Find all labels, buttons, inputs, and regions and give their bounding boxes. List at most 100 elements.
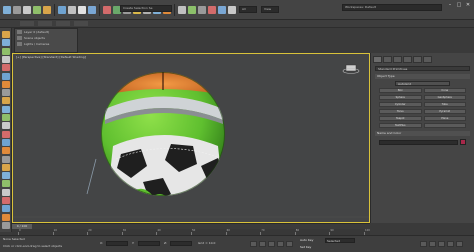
left-toolbar-icon[interactable]: [2, 122, 10, 130]
empty-button[interactable]: [423, 123, 466, 128]
ribbon-tab[interactable]: [38, 21, 52, 26]
y-coord-field[interactable]: [138, 241, 160, 246]
goto-end-button[interactable]: [286, 241, 293, 247]
left-toolbar-icon[interactable]: [2, 114, 10, 121]
object-type-rollout-header[interactable]: Object Type: [375, 74, 470, 79]
left-toolbar-icon[interactable]: [2, 213, 10, 221]
left-toolbar-icon[interactable]: [2, 197, 10, 204]
unlink-icon[interactable]: [33, 5, 41, 14]
select-icon[interactable]: [58, 5, 66, 14]
sphere-button[interactable]: Sphere: [379, 95, 422, 100]
tab-modify[interactable]: [383, 56, 392, 63]
tube-button[interactable]: Tube: [423, 102, 466, 107]
scene-explorer-panel: Layer 0 (default) Scene objects Lights /…: [14, 28, 78, 53]
window-crossing-icon[interactable]: [88, 5, 96, 14]
mirror-icon[interactable]: [178, 5, 186, 14]
x-coord-field[interactable]: [106, 241, 128, 246]
tab-motion[interactable]: [403, 56, 412, 63]
link-icon[interactable]: [23, 5, 31, 14]
left-toolbar-icon[interactable]: [2, 205, 10, 213]
left-toolbar-icon[interactable]: [2, 80, 10, 88]
maximize-button[interactable]: □: [455, 2, 463, 9]
teapot-button[interactable]: Teapot: [379, 116, 422, 121]
tab-hierarchy[interactable]: [393, 56, 402, 63]
left-toolbar-icon[interactable]: [2, 155, 10, 163]
left-toolbar-icon[interactable]: [2, 172, 10, 180]
left-toolbar-icon[interactable]: [2, 97, 10, 105]
selected-dropdown-label[interactable]: Selected: [327, 239, 340, 243]
cylinder-button[interactable]: Cylinder: [379, 102, 422, 107]
left-toolbar-icon[interactable]: [2, 31, 10, 38]
textplus-button[interactable]: TextPlus: [379, 123, 422, 128]
maximize-viewport-button[interactable]: [456, 241, 463, 247]
left-toolbar-icon[interactable]: [2, 221, 10, 229]
auto-key-button[interactable]: Auto Key: [300, 238, 313, 242]
name-color-rollout-header[interactable]: Name and Color: [375, 131, 470, 136]
selection-filter-dropdown[interactable]: All: [239, 6, 257, 13]
left-toolbar-icon[interactable]: [2, 180, 10, 188]
object-name-field[interactable]: [379, 139, 458, 145]
box-button[interactable]: Box: [379, 88, 422, 93]
explorer-row[interactable]: Lights / Cameras: [15, 41, 77, 47]
viewcube-icon[interactable]: [342, 64, 360, 74]
soccer-basketball-sphere[interactable]: [101, 69, 225, 223]
left-toolbar-icon[interactable]: [2, 147, 10, 155]
reference-coordinate-dropdown[interactable]: View: [261, 6, 279, 13]
zoom-button[interactable]: [420, 241, 427, 247]
ribbon-tab[interactable]: [74, 21, 88, 26]
left-toolbar-icon[interactable]: [2, 47, 10, 55]
move-icon[interactable]: [103, 5, 111, 14]
perspective-viewport[interactable]: [+] [Perspective] [Standard] [Default Sh…: [12, 53, 370, 223]
left-toolbar-icon[interactable]: [2, 105, 10, 113]
left-toolbar-icon[interactable]: [2, 39, 10, 47]
material-editor-icon[interactable]: [208, 5, 216, 14]
orbit-button[interactable]: [438, 241, 445, 247]
workspace-dropdown[interactable]: Workspaces: Default: [342, 4, 442, 11]
ribbon-tab[interactable]: [56, 21, 70, 26]
close-button[interactable]: ✕: [464, 2, 472, 9]
goto-start-button[interactable]: [250, 241, 257, 247]
tab-create[interactable]: [373, 56, 382, 63]
ruler-tick-label: 40: [157, 229, 161, 232]
left-toolbar-icon[interactable]: [2, 130, 10, 138]
light-icon: [17, 42, 22, 46]
torus-button[interactable]: Torus: [379, 109, 422, 114]
tab-display[interactable]: [413, 56, 422, 63]
left-toolbar-icon[interactable]: [2, 55, 10, 63]
pan-button[interactable]: [429, 241, 436, 247]
select-by-name-icon[interactable]: [68, 5, 76, 14]
next-frame-button[interactable]: [277, 241, 284, 247]
left-toolbar-icon[interactable]: [2, 188, 10, 196]
field-of-view-button[interactable]: [447, 241, 454, 247]
z-coord-field[interactable]: [170, 241, 192, 246]
left-toolbar-icon[interactable]: [2, 89, 10, 97]
selection-set-field[interactable]: Create Selection Se: [120, 5, 172, 12]
region-select-icon[interactable]: [78, 5, 86, 14]
play-button[interactable]: [268, 241, 275, 247]
ribbon-tab[interactable]: [20, 21, 34, 26]
set-key-button[interactable]: Set Key: [300, 245, 311, 249]
tab-utilities[interactable]: [423, 56, 432, 63]
ruler-tick-label: 60: [226, 229, 230, 232]
left-toolbar-icon[interactable]: [2, 64, 10, 72]
left-toolbar-icon[interactable]: [2, 163, 10, 171]
autogrid-checkbox[interactable]: AutoGrid: [395, 81, 450, 86]
minimize-button[interactable]: –: [446, 2, 454, 9]
object-color-swatch[interactable]: [460, 139, 466, 145]
align-icon[interactable]: [188, 5, 196, 14]
previous-frame-button[interactable]: [259, 241, 266, 247]
pyramid-button[interactable]: Pyramid: [423, 109, 466, 114]
redo-icon[interactable]: [13, 5, 21, 14]
geosphere-button[interactable]: GeoSphere: [423, 95, 466, 100]
layer-icon[interactable]: [198, 5, 206, 14]
left-toolbar-icon[interactable]: [2, 72, 10, 80]
bind-icon[interactable]: [43, 5, 51, 14]
cone-button[interactable]: Cone: [423, 88, 466, 93]
left-toolbar-icon[interactable]: [2, 138, 10, 146]
undo-icon[interactable]: [3, 5, 11, 14]
plane-button[interactable]: Plane: [423, 116, 466, 121]
command-panel: Standard Primitives Object Type AutoGrid…: [370, 53, 474, 223]
object-category-dropdown[interactable]: Standard Primitives: [375, 66, 470, 71]
render-setup-icon[interactable]: [218, 5, 226, 14]
render-icon[interactable]: [228, 5, 236, 14]
